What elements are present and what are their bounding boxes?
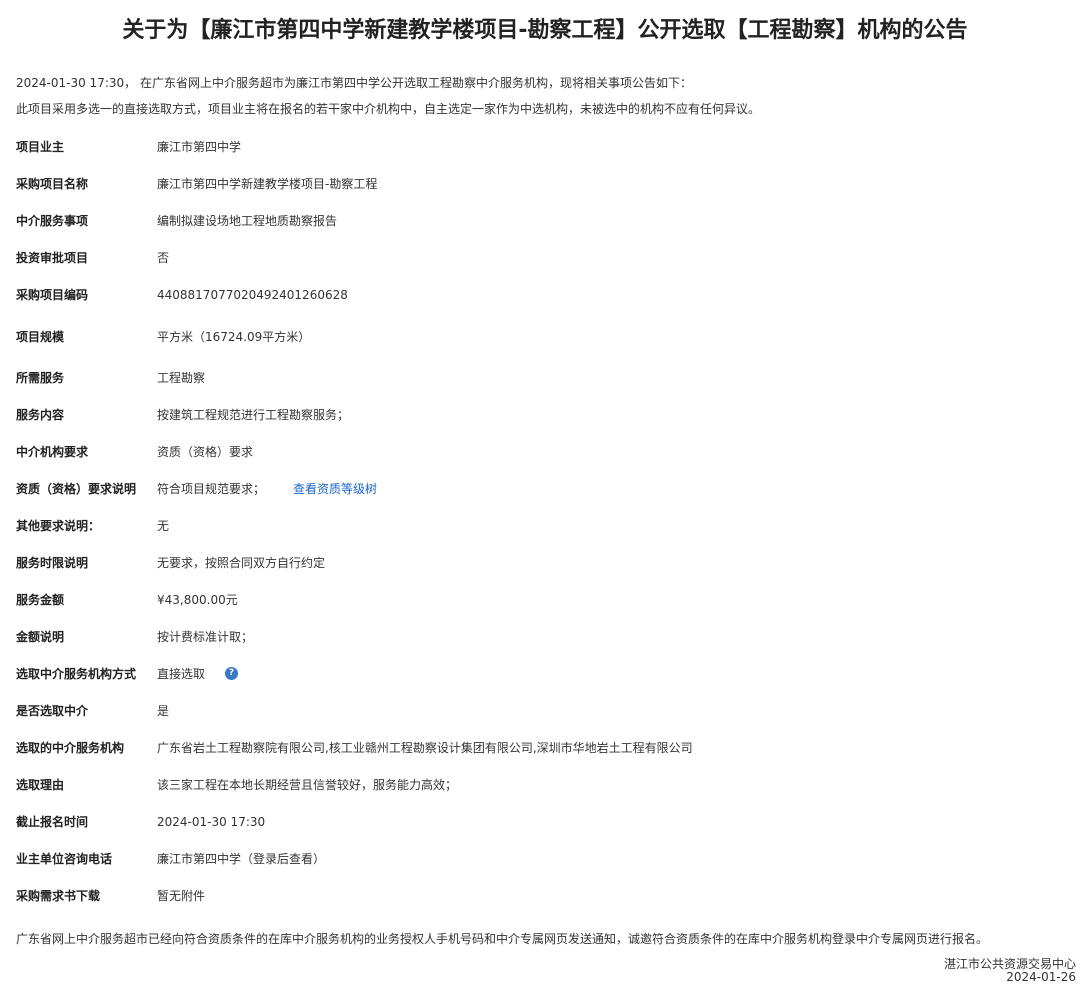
field-label: 金额说明 <box>16 630 65 644</box>
field-value: 440881707702049240126062​8 <box>157 287 348 302</box>
field-value: 按建筑工程规范进行工程勘察服务； <box>157 408 350 422</box>
service-item-link[interactable]: 编制拟建设场地工程地质勘察报告 <box>157 212 337 229</box>
field-label: 服务内容 <box>16 408 65 422</box>
row-service-period: 服务时限说明 无要求，按照合同双方自行约定 <box>16 544 1066 581</box>
field-value: 无 <box>157 519 170 533</box>
field-value: 按计费标准计取； <box>157 630 254 644</box>
page-title: 关于为【廉江市第四中学新建教学楼项目-勘察工程】公开选取【工程勘察】机构的公告 <box>122 18 968 43</box>
row-project-name: 采购项目名称 廉江市第四中学新建教学楼项目-勘察工程 <box>16 165 1066 202</box>
qualification-tree-link[interactable]: 查看资质等级树 <box>293 480 377 497</box>
field-label: 中介服务事项 <box>16 214 89 228</box>
row-service-amount: 服务金额 ¥43,800.00元 <box>16 581 1066 618</box>
announcement-page: 关于为【廉江市第四中学新建教学楼项目-勘察工程】公开选取【工程勘察】机构的公告 … <box>0 0 1080 990</box>
field-label: 截止报名时间 <box>16 815 89 829</box>
row-is-selected: 是否选取中介 是 <box>16 692 1066 729</box>
field-label: 选取中介服务机构方式 <box>16 667 137 681</box>
field-value: 否 <box>157 251 170 265</box>
detail-table: 项目业主 廉江市第四中学 采购项目名称 廉江市第四中学新建教学楼项目-勘察工程 … <box>16 128 1066 914</box>
row-other-requirements: 其他要求说明： 无 <box>16 507 1066 544</box>
field-label: 采购项目名称 <box>16 177 89 191</box>
footer-note: 广东省网上中介服务超市已经向符合资质条件的在库中介服务机构的业务授权人手机号码和… <box>16 932 989 946</box>
field-label: 中介机构要求 <box>16 445 89 459</box>
field-value: 工程勘察 <box>157 371 206 385</box>
field-value: 该三家工程在本地长期经营且信誉较好，服务能力高效； <box>157 778 458 792</box>
row-required-service: 所需服务 工程勘察 <box>16 359 1066 396</box>
field-label: 投资审批项目 <box>16 251 89 265</box>
field-label: 采购需求书下载 <box>16 889 101 903</box>
row-selected-agencies: 选取的中介服务机构 广东省岩土工程勘察院有限公司,核工业赣州工程勘察设计集团有限… <box>16 729 1066 766</box>
field-value: 符合项目规范要求； <box>157 482 266 496</box>
field-value: ¥43,800.00元 <box>157 593 238 607</box>
row-project-code: 采购项目编码 440881707702049240126062​8 <box>16 276 1066 313</box>
field-label: 所需服务 <box>16 371 65 385</box>
intro-line-2: 此项目采用多选一的直接选取方式，项目业主将在报名的若干家中介机构中，自主选定一家… <box>16 102 761 116</box>
field-value: 2024-01-30 17:30 <box>157 814 266 829</box>
field-label: 是否选取中介 <box>16 704 89 718</box>
field-value: 无要求，按照合同双方自行约定 <box>157 556 326 570</box>
row-service-content: 服务内容 按建筑工程规范进行工程勘察服务； <box>16 396 1066 433</box>
field-label: 采购项目编码 <box>16 288 89 302</box>
field-value: 廉江市第四中学（登录后查看） <box>157 852 326 866</box>
field-label: 服务时限说明 <box>16 556 89 570</box>
row-service-item: 中介服务事项 编制拟建设场地工程地质勘察报告 <box>16 202 1066 239</box>
issue-date: 2024-01-26 <box>1006 970 1076 984</box>
field-value: 廉江市第四中学 <box>157 140 242 154</box>
row-owner: 项目业主 廉江市第四中学 <box>16 128 1066 165</box>
field-value: 暂无附件 <box>157 889 206 903</box>
field-value: 资质（资格）要求 <box>157 445 254 459</box>
row-deadline: 截止报名时间 2024-01-30 17:30 <box>16 803 1066 840</box>
row-selection-reason: 选取理由 该三家工程在本地长期经营且信誉较好，服务能力高效； <box>16 766 1066 803</box>
field-label: 选取的中介服务机构 <box>16 741 125 755</box>
field-label: 项目业主 <box>16 140 65 154</box>
field-value: 平方米（16724.09平方米） <box>157 329 311 344</box>
row-investment-approval: 投资审批项目 否 <box>16 239 1066 276</box>
row-contact-phone: 业主单位咨询电话 廉江市第四中学（登录后查看） <box>16 840 1066 877</box>
row-download: 采购需求书下载 暂无附件 <box>16 877 1066 914</box>
row-selection-method: 选取中介服务机构方式 直接选取 ? <box>16 655 1066 692</box>
field-label: 服务金额 <box>16 593 65 607</box>
row-qualification-desc: 资质（资格）要求说明 符合项目规范要求； 查看资质等级树 <box>16 470 1066 507</box>
row-agency-requirement: 中介机构要求 资质（资格）要求 <box>16 433 1066 470</box>
field-label: 其他要求说明： <box>16 519 101 533</box>
field-value: 廉江市第四中学新建教学楼项目-勘察工程 <box>157 177 378 191</box>
field-label: 业主单位咨询电话 <box>16 852 113 866</box>
row-scale: 项目规模 平方米（16724.09平方米） <box>16 313 1066 359</box>
field-value: 是 <box>157 704 170 718</box>
field-value: 广东省岩土工程勘察院有限公司,核工业赣州工程勘察设计集团有限公司,深圳市华地岩土… <box>157 741 693 755</box>
field-label: 选取理由 <box>16 778 65 792</box>
field-value: 直接选取 <box>157 667 206 681</box>
row-amount-desc: 金额说明 按计费标准计取； <box>16 618 1066 655</box>
field-label: 资质（资格）要求说明 <box>16 482 137 496</box>
intro-line-1: 2024-01-30 17:30， 在广东省网上中介服务超市为廉江市第四中学公开… <box>16 76 692 90</box>
field-label: 项目规模 <box>16 329 65 344</box>
help-icon[interactable]: ? <box>225 667 239 680</box>
